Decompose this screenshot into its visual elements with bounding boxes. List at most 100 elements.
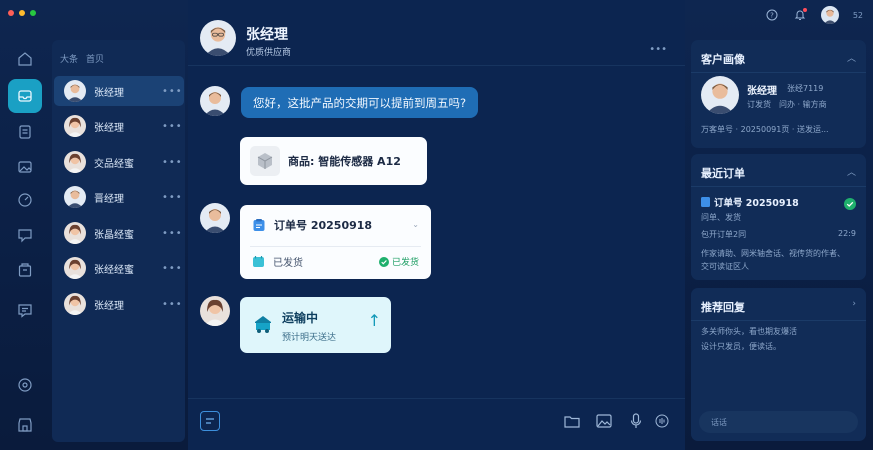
product-card[interactable]: 商品: 智能传感器 A12 bbox=[240, 137, 427, 185]
notification-bell-icon[interactable] bbox=[793, 8, 807, 22]
conversation-more-button[interactable]: ••• bbox=[162, 192, 183, 203]
close-window-button[interactable] bbox=[8, 10, 14, 16]
profile-extra: 张经7119 bbox=[787, 84, 824, 93]
recent-order-number: 订单号 20250918 bbox=[714, 198, 799, 209]
image-attach-icon[interactable] bbox=[594, 411, 614, 431]
contact-name: 张经理 bbox=[246, 27, 288, 43]
conversation-list: 大条 首贝 张经理 ••• 张经理 ••• 交品经蜜 ••• 晋经理 ••• 张晶经蜜 ••• 张经… bbox=[52, 40, 185, 442]
order-number: 订单号 20250918 bbox=[274, 219, 373, 232]
check-circle-icon bbox=[844, 195, 856, 214]
product-box-icon bbox=[250, 146, 280, 176]
arrow-up-icon[interactable]: ↑ bbox=[368, 311, 381, 330]
profile-title: 客户画像 bbox=[701, 53, 745, 66]
nav-rail bbox=[0, 40, 50, 450]
minimize-window-button[interactable] bbox=[19, 10, 25, 16]
home-icon[interactable] bbox=[8, 42, 42, 76]
conversation-more-button[interactable]: ••• bbox=[162, 86, 183, 97]
conversation-avatar bbox=[64, 293, 86, 315]
svg-text:?: ? bbox=[770, 12, 774, 20]
window-controls bbox=[8, 10, 36, 16]
conversation-name: 张晶经蜜 bbox=[94, 229, 134, 241]
settings-icon[interactable] bbox=[8, 368, 42, 402]
conversation-more-button[interactable]: ••• bbox=[162, 228, 183, 239]
input-mode-icon[interactable] bbox=[200, 411, 220, 431]
notification-dot bbox=[802, 8, 807, 12]
order-status: 已发货 bbox=[273, 258, 303, 269]
shipping-card[interactable]: 运输中 预计明天送达 ↑ bbox=[240, 297, 391, 353]
package-icon[interactable] bbox=[8, 253, 42, 287]
conversation-more-button[interactable]: ••• bbox=[162, 299, 183, 310]
maximize-window-button[interactable] bbox=[30, 10, 36, 16]
shipped-badge-label: 已发货 bbox=[391, 258, 419, 268]
customer-profile-panel: 客户画像 ︿ 张经理 张经7119 订发货 问办 · 输方商 万客单号 · 20… bbox=[691, 40, 866, 148]
gauge-icon[interactable] bbox=[8, 183, 42, 217]
conversation-avatar bbox=[64, 115, 86, 137]
list-filter-all[interactable]: 大条 bbox=[60, 52, 78, 65]
chevron-down-icon[interactable]: ⌄ bbox=[412, 220, 419, 229]
microphone-icon[interactable] bbox=[626, 411, 646, 431]
inbox-icon[interactable] bbox=[8, 79, 42, 113]
shipping-status: 运输中 bbox=[282, 311, 319, 325]
chat-icon[interactable] bbox=[8, 218, 42, 252]
order-card[interactable]: 订单号 20250918 ⌄ 已发货 已发货 bbox=[240, 205, 431, 279]
conversation-avatar bbox=[64, 186, 86, 208]
shipped-calendar-icon bbox=[252, 255, 265, 268]
orders-title: 最近订单 bbox=[701, 167, 745, 180]
user-avatar[interactable] bbox=[820, 6, 839, 24]
top-counter: 52 bbox=[852, 10, 863, 20]
profile-name: 张经理 bbox=[747, 86, 777, 97]
conversation-item[interactable]: 张晶经蜜 ••• bbox=[54, 218, 184, 248]
list-header: 大条 首贝 bbox=[60, 52, 104, 65]
list-filter-home[interactable]: 首贝 bbox=[86, 52, 104, 65]
conversation-more-button[interactable]: ••• bbox=[162, 263, 183, 274]
chevron-up-icon[interactable]: ︿ bbox=[847, 51, 856, 64]
contact-avatar[interactable] bbox=[200, 20, 236, 56]
recent-order-row[interactable]: 订单号 20250918 bbox=[701, 195, 799, 209]
truck-icon bbox=[252, 313, 274, 339]
order-desc: 交可读证区人 bbox=[701, 262, 749, 271]
message-bubble: 您好，这批产品的交期可以提前到周五吗? bbox=[241, 87, 479, 118]
conversation-more-button[interactable]: ••• bbox=[162, 121, 183, 132]
conversation-item[interactable]: 张经理 ••• bbox=[54, 111, 184, 141]
folder-icon[interactable] bbox=[562, 411, 582, 431]
recent-orders-panel: 最近订单 ︿ 订单号 20250918 问单、发货 包开订单2同 22:9 作家… bbox=[691, 154, 866, 280]
contact-subtitle: 优质供应商 bbox=[246, 48, 292, 58]
conversation-item[interactable]: 晋经理 ••• bbox=[54, 182, 184, 212]
conversation-avatar bbox=[64, 257, 86, 279]
profile-line: 订发货 问办 · 输方商 bbox=[747, 100, 827, 109]
order-sub-line: 包开订单2同 bbox=[701, 230, 747, 239]
help-icon[interactable]: ? bbox=[765, 8, 779, 22]
conversation-item[interactable]: 张经理 ••• bbox=[54, 76, 184, 106]
conversation-item[interactable]: 张经理 ••• bbox=[54, 289, 184, 319]
reply-suggestion[interactable]: 多关师你头，看也期友爆活 bbox=[701, 326, 797, 337]
divider bbox=[691, 72, 866, 73]
conversation-more-button[interactable]: ••• bbox=[162, 157, 183, 168]
product-label: 商品: 智能传感器 A12 bbox=[288, 155, 401, 168]
divider bbox=[691, 320, 866, 321]
profile-order-line: 万客单号 · 20250091页 · 送发运... bbox=[701, 125, 829, 134]
top-bar-actions: ? 52 bbox=[765, 6, 863, 24]
chevron-right-icon[interactable]: › bbox=[852, 299, 856, 309]
chat-more-button[interactable]: ••• bbox=[649, 44, 667, 55]
message-avatar bbox=[200, 296, 230, 326]
message-icon[interactable] bbox=[8, 293, 42, 327]
check-circle-icon bbox=[378, 256, 389, 267]
image-icon[interactable] bbox=[8, 150, 42, 184]
divider bbox=[691, 186, 866, 187]
shipped-badge: 已发货 bbox=[378, 255, 419, 268]
chevron-up-icon[interactable]: ︿ bbox=[847, 165, 856, 178]
conversation-item[interactable]: 交品经蜜 ••• bbox=[54, 147, 184, 177]
conversation-item[interactable]: 张经经蜜 ••• bbox=[54, 253, 184, 283]
chat-panel: 张经理 优质供应商 ••• 您好，这批产品的交期可以提前到周五吗? 商品: 智能… bbox=[188, 0, 685, 450]
voice-wave-icon[interactable] bbox=[652, 411, 672, 431]
recommended-replies-panel: 推荐回复 › 多关师你头，看也期友爆活 设计只发员，便读话。 话话 bbox=[691, 288, 866, 441]
document-icon[interactable] bbox=[8, 115, 42, 149]
conversation-avatar bbox=[64, 222, 86, 244]
reply-input[interactable]: 话话 bbox=[699, 411, 858, 433]
order-clipboard-icon bbox=[252, 218, 266, 232]
store-icon[interactable] bbox=[8, 408, 42, 442]
reply-suggestion[interactable]: 设计只发员，便读话。 bbox=[701, 341, 781, 352]
conversation-name: 张经经蜜 bbox=[94, 264, 134, 276]
profile-avatar bbox=[701, 76, 739, 114]
conversation-avatar bbox=[64, 80, 86, 102]
